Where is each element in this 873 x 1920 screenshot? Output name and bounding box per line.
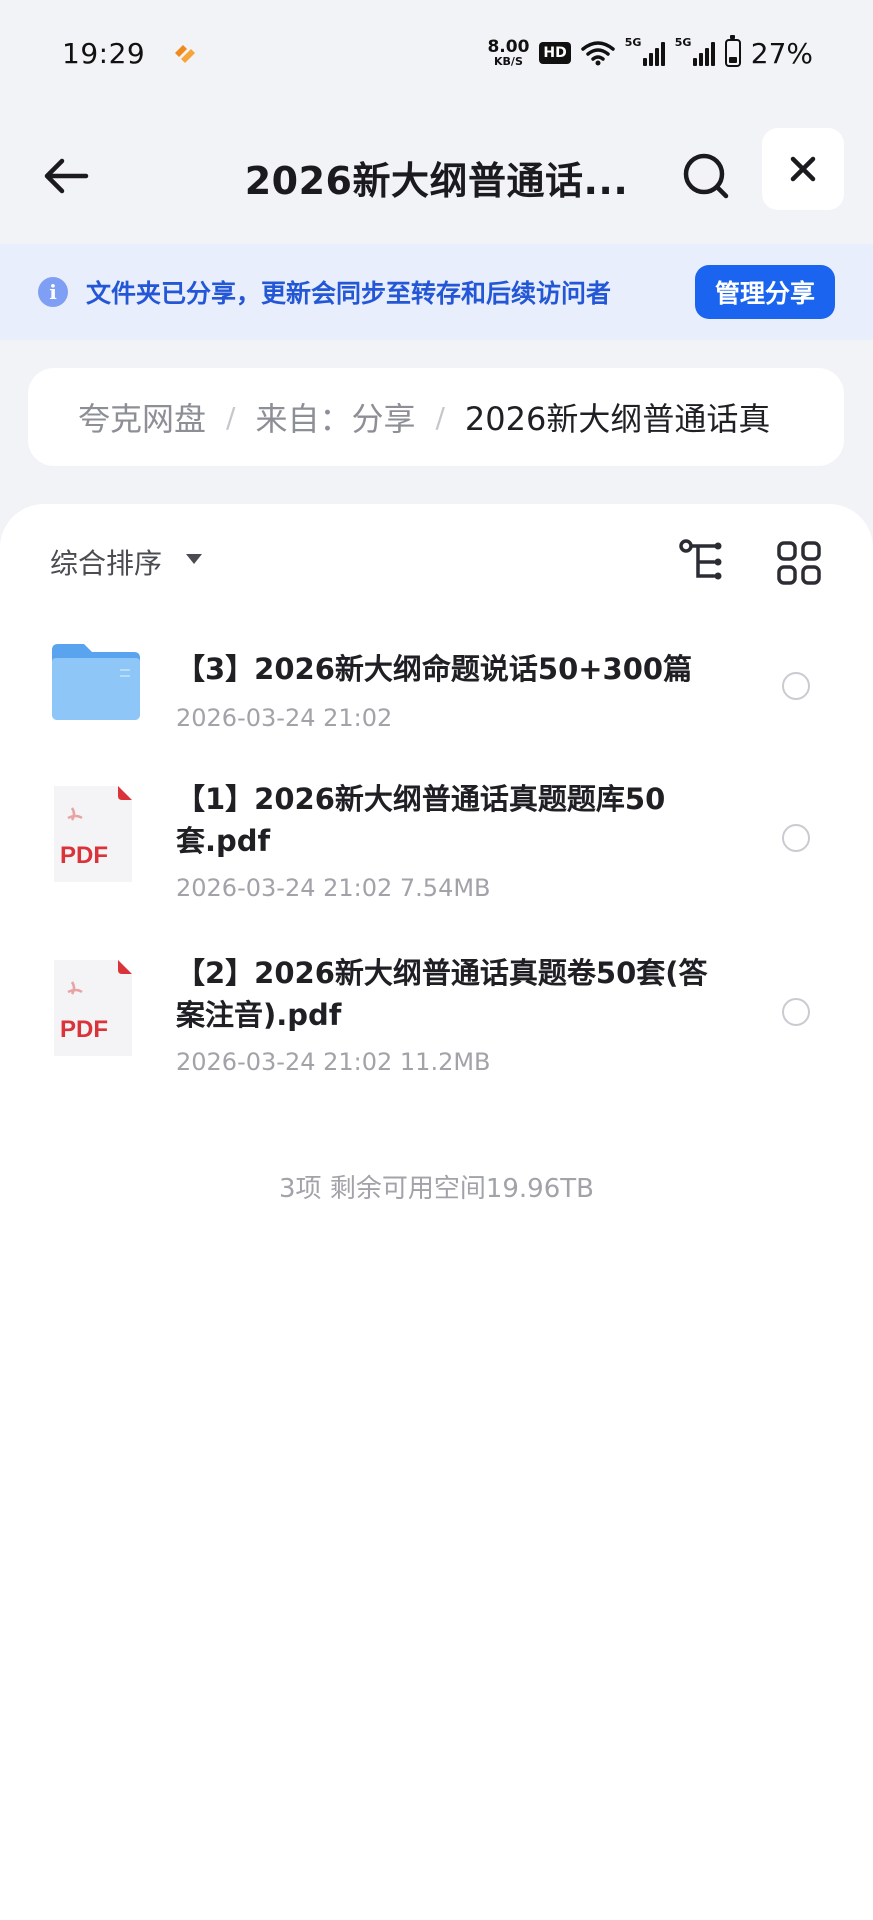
banner-text: 文件夹已分享，更新会同步至转存和后续访问者 <box>86 279 612 308</box>
select-radio[interactable] <box>782 824 810 852</box>
select-radio[interactable] <box>782 998 810 1026</box>
breadcrumb-item-shared[interactable]: 来自：分享 <box>255 394 415 440</box>
signal-sim1-icon: 5G <box>625 36 665 66</box>
file-name: 【1】2026新大纲普通话真题题库50套.pdf <box>176 782 666 858</box>
breadcrumb-item-current: 2026新大纲普通话真 <box>464 400 771 438</box>
file-panel: 综合排序 【3】2026新大纲命题说话50+300篇 2026-03-24 21… <box>0 504 873 1920</box>
net-speed: 8.00 KB/S <box>487 37 530 68</box>
pdf-badge: PDF <box>60 842 108 869</box>
status-time: 19:29 <box>62 36 146 70</box>
manage-share-button[interactable]: 管理分享 <box>694 265 835 319</box>
close-button[interactable] <box>762 128 844 210</box>
select-radio[interactable] <box>782 672 810 700</box>
sort-dropdown[interactable]: 综合排序 <box>50 542 162 582</box>
header: 2026新大纲普通话... <box>0 120 873 240</box>
tree-view-icon[interactable] <box>676 536 728 588</box>
folder-icon <box>52 644 140 720</box>
file-row[interactable]: PDF 【1】2026新大纲普通话真题题库50套.pdf 2026-03-24 … <box>0 764 873 940</box>
breadcrumb-separator: / <box>435 400 445 434</box>
search-icon <box>683 153 729 199</box>
info-icon: i <box>38 277 68 307</box>
caret-down-icon[interactable] <box>186 554 202 564</box>
storage-summary: 3项 剩余可用空间19.96TB <box>279 1174 594 1204</box>
pdf-file-icon: PDF <box>50 958 134 1058</box>
hd-voice-badge: HD <box>539 42 571 64</box>
breadcrumb-separator: / <box>226 400 236 434</box>
pdf-file-icon: PDF <box>50 784 134 884</box>
battery-icon <box>724 35 741 67</box>
app-notification-icon <box>175 45 196 63</box>
sort-bar: 综合排序 <box>0 504 873 614</box>
battery-percent: 27% <box>750 36 813 70</box>
file-name: 【3】2026新大纲命题说话50+300篇 <box>176 652 693 686</box>
status-indicators: 8.00 KB/S HD 5G 5G 27% <box>487 35 813 70</box>
file-meta: 2026-03-24 21:02 11.2MB <box>176 1048 491 1076</box>
file-meta: 2026-03-24 21:02 <box>176 704 393 732</box>
file-list: 【3】2026新大纲命题说话50+300篇 2026-03-24 21:02 P… <box>0 614 873 1116</box>
grid-view-icon[interactable] <box>776 540 822 586</box>
status-bar: 19:29 8.00 KB/S HD 5G 5G 27% <box>0 0 873 106</box>
search-button[interactable] <box>676 146 736 206</box>
breadcrumb: 夸克网盘 / 来自：分享 / 2026新大纲普通话真 <box>28 368 844 466</box>
file-meta: 2026-03-24 21:02 7.54MB <box>176 874 491 902</box>
file-row[interactable]: PDF 【2】2026新大纲普通话真题卷50套(答案注音).pdf 2026-0… <box>0 940 873 1116</box>
share-banner: i 文件夹已分享，更新会同步至转存和后续访问者 管理分享 <box>0 244 873 340</box>
signal-sim2-icon: 5G <box>675 36 715 66</box>
file-name: 【2】2026新大纲普通话真题卷50套(答案注音).pdf <box>176 956 708 1032</box>
pdf-badge: PDF <box>60 1016 108 1043</box>
page-title: 2026新大纲普通话... <box>244 159 629 203</box>
file-row[interactable]: 【3】2026新大纲命题说话50+300篇 2026-03-24 21:02 <box>0 614 873 764</box>
breadcrumb-item-root[interactable]: 夸克网盘 <box>78 394 206 440</box>
wifi-icon <box>581 41 615 66</box>
close-icon <box>790 156 816 182</box>
